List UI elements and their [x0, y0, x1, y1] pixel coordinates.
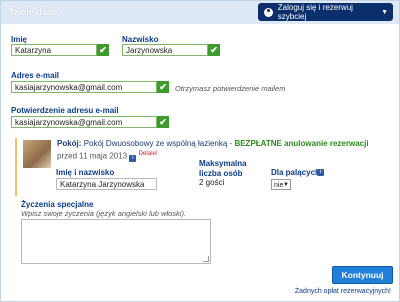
cancellation-deadline: przed 11 maja 2013 [57, 151, 128, 161]
guest-name-input[interactable]: Katarzyna Jarzynowska [56, 178, 157, 190]
panel-title: Twoje dane [9, 7, 58, 17]
email-valid-icon: ✔ [157, 81, 169, 93]
email-hint: Otrzymasz potwierdzenie mailem [175, 84, 286, 93]
last-name-label: Nazwisko [122, 35, 159, 44]
booking-form-panel: Twoje dane Zaloguj się i rezerwuj szybci… [0, 0, 400, 302]
max-occupancy-label: Maksymalna liczba osób [199, 159, 247, 178]
smoking-select-value: nie [274, 182, 284, 189]
guest-name-label: Imię i nazwisko [56, 168, 115, 177]
smoking-label: Dla palących [271, 168, 320, 177]
room-label: Pokój: [57, 139, 82, 148]
no-fees-note: Żadnych opłat rezerwacyjnych! [294, 288, 391, 295]
first-name-label: Imię [11, 35, 28, 44]
continue-button[interactable]: Kontynuuj [332, 266, 393, 284]
room-photo [23, 140, 51, 168]
login-button-label: Zaloguj się i rezerwuj szybciej [277, 3, 353, 21]
special-requests-hint: Wpisz swoje życzenia (język angielski lu… [21, 209, 187, 218]
user-icon [264, 7, 273, 17]
email-confirm-field[interactable]: kasiajarzynowska@gmail.com [11, 116, 157, 128]
email-confirm-valid-icon: ✔ [157, 116, 169, 128]
last-name-valid-icon: ✔ [208, 44, 220, 56]
chevron-down-icon: ▼ [381, 8, 388, 16]
smoking-select[interactable]: nie ▼ [271, 179, 291, 190]
room-name: Pokój Dwuosobowy ze wspólną łazienką [83, 139, 228, 148]
free-cancellation-text: BEZPŁATNE anulowanie rezerwacji [234, 139, 369, 148]
email-confirm-label: Potwierdzenie adresu e-mail [11, 106, 119, 115]
login-button[interactable]: Zaloguj się i rezerwuj szybciej ▼ [258, 3, 393, 21]
email-label: Adres e-mail [11, 71, 60, 80]
first-name-valid-icon: ✔ [97, 44, 109, 56]
special-requests-label: Życzenia specjalne [21, 200, 94, 209]
smoking-info-icon[interactable]: i [317, 169, 324, 176]
details-link[interactable]: Detale! [139, 151, 158, 157]
chevron-down-icon: ▼ [283, 182, 289, 188]
info-icon[interactable]: i [129, 154, 137, 162]
panel-header: Twoje dane Zaloguj się i rezerwuj szybci… [1, 1, 399, 24]
resize-handle[interactable] [203, 256, 209, 262]
last-name-input[interactable]: Jarzynowska [122, 44, 208, 56]
special-requests-textarea[interactable] [21, 219, 211, 264]
email-field[interactable]: kasiajarzynowska@gmail.com [11, 81, 157, 93]
max-occupancy-value: 2 gości [199, 178, 225, 187]
first-name-input[interactable]: Katarzyna [11, 44, 97, 56]
